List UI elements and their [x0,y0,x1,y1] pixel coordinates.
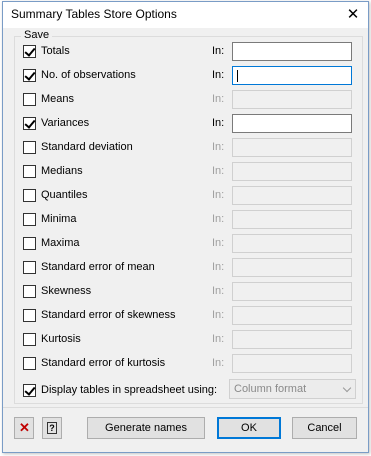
store-name-input[interactable] [232,66,352,85]
close-icon[interactable]: ✕ [338,2,368,28]
option-checkbox[interactable] [23,141,36,154]
option-label: Variances [41,117,90,129]
option-checkbox[interactable] [23,93,36,106]
option-row: Totals In: [3,42,368,62]
option-checkbox[interactable] [23,165,36,178]
option-checkbox[interactable] [23,285,36,298]
in-label: In: [212,165,225,177]
option-row: Variances In: [3,114,368,134]
option-checkbox[interactable] [23,333,36,346]
store-name-input[interactable] [232,42,352,61]
format-select-value: Column format [234,383,307,395]
option-checkbox[interactable] [23,309,36,322]
option-label: Standard error of kurtosis [41,357,166,369]
option-checkbox[interactable] [23,261,36,274]
option-label: Standard deviation [41,141,133,153]
option-row: Skewness In: [3,282,368,302]
option-row: Standard deviation In: [3,138,368,158]
cancel-button[interactable]: Cancel [292,417,357,439]
store-name-input [232,234,352,253]
option-checkbox[interactable] [23,213,36,226]
help-icon: ? [47,422,57,434]
option-label: Standard error of skewness [41,309,176,321]
option-checkbox[interactable] [23,189,36,202]
dialog-window: Summary Tables Store Options ✕ Save Tota… [2,1,369,453]
spreadsheet-label: Display tables in spreadsheet using: [41,384,218,396]
option-row: Maxima In: [3,234,368,254]
option-label: Skewness [41,285,92,297]
option-row: Minima In: [3,210,368,230]
separator [3,407,368,408]
option-row: No. of observations In: [3,66,368,86]
option-label: Minima [41,213,77,225]
in-label: In: [212,213,225,225]
store-name-input [232,186,352,205]
option-checkbox[interactable] [23,69,36,82]
spreadsheet-checkbox[interactable] [23,384,36,397]
store-name-input[interactable] [232,114,352,133]
in-label: In: [212,141,225,153]
in-label: In: [212,333,225,345]
option-label: Quantiles [41,189,88,201]
option-label: Means [41,93,75,105]
in-label: In: [212,93,225,105]
clear-icon: ✕ [19,420,30,435]
option-label: Totals [41,45,70,57]
format-select: Column format [229,379,356,399]
option-row: Standard error of mean In: [3,258,368,278]
window-title: Summary Tables Store Options [11,7,177,21]
option-label: Maxima [41,237,80,249]
store-name-input [232,306,352,325]
in-label: In: [212,69,225,81]
in-label: In: [212,189,225,201]
option-label: No. of observations [41,69,136,81]
store-name-input [232,90,352,109]
ok-button[interactable]: OK [217,417,281,439]
store-name-input [232,138,352,157]
in-label: In: [212,237,225,249]
option-checkbox[interactable] [23,45,36,58]
option-label: Kurtosis [41,333,81,345]
help-button[interactable]: ? [42,417,62,439]
option-checkbox[interactable] [23,237,36,250]
in-label: In: [212,117,225,129]
option-row: Medians In: [3,162,368,182]
option-label: Standard error of mean [41,261,155,273]
store-name-input [232,162,352,181]
store-name-input [232,258,352,277]
in-label: In: [212,357,225,369]
option-row: Standard error of kurtosis In: [3,354,368,374]
in-label: In: [212,261,225,273]
option-label: Medians [41,165,83,177]
option-row: Kurtosis In: [3,330,368,350]
store-name-input [232,210,352,229]
store-name-input [232,282,352,301]
store-name-input [232,330,352,349]
store-name-input [232,354,352,373]
generate-names-button[interactable]: Generate names [87,417,205,439]
in-label: In: [212,309,225,321]
in-label: In: [212,285,225,297]
text-caret [237,70,238,82]
clear-button[interactable]: ✕ [14,417,34,439]
chevron-down-icon [342,383,352,393]
option-row: Quantiles In: [3,186,368,206]
option-checkbox[interactable] [23,117,36,130]
option-row: Means In: [3,90,368,110]
option-row: Standard error of skewness In: [3,306,368,326]
save-group-label: Save [21,29,53,41]
title-bar: Summary Tables Store Options ✕ [3,2,368,28]
option-checkbox[interactable] [23,357,36,370]
in-label: In: [212,45,225,57]
